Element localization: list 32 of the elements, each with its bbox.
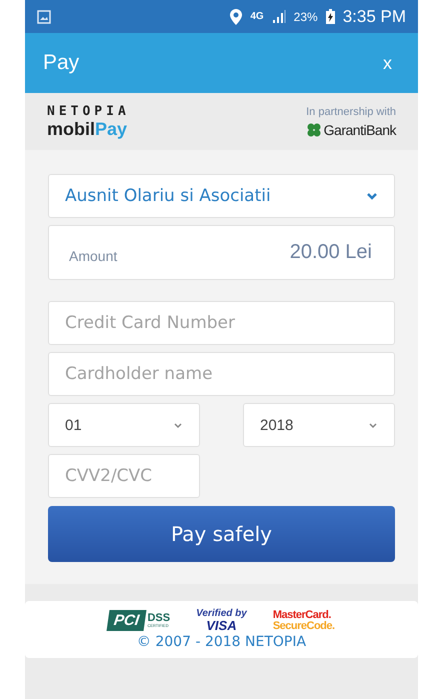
amount-label: Amount (69, 248, 118, 264)
copyright: © 2007 - 2018 NETOPIA (136, 634, 306, 650)
chevron-down-icon (366, 192, 378, 200)
clock: 3:35 PM (342, 6, 406, 26)
securecode-label: SecureCode. (272, 620, 335, 632)
battery-charging-icon (326, 9, 335, 24)
screen-title: Pay (43, 51, 80, 75)
visa-label: VISA (206, 619, 237, 632)
mastercard-label: MasterCard. (272, 610, 332, 620)
chevron-down-icon (368, 422, 378, 428)
chevron-down-icon (173, 422, 183, 428)
partnership-label: In partnership with (306, 106, 396, 118)
signal-icon (272, 10, 286, 24)
partner-name: GarantiBank (324, 122, 396, 138)
cardholder-name-field[interactable]: Cardholder name (48, 352, 395, 396)
pci-logo: PCI (106, 610, 147, 631)
year-dropdown[interactable]: 2018 (243, 403, 395, 447)
network-type: 4G (250, 11, 264, 22)
month-dropdown[interactable]: 01 (48, 403, 200, 447)
pay-button[interactable]: Pay safely (48, 506, 395, 562)
picture-icon (37, 10, 51, 24)
dss-label: DSS (147, 613, 170, 624)
cvv-field[interactable]: CVV2/CVC (48, 454, 200, 498)
amount-value: 20.00 Lei (290, 241, 372, 264)
location-pin-icon (230, 8, 242, 24)
logo-wordmark: NETOPIA (47, 105, 130, 118)
merchant-dropdown[interactable]: Ausnit Olariu si Asociatii (48, 174, 395, 218)
card-number-field[interactable]: Credit Card Number (48, 301, 395, 345)
logo-name: mobilPay (47, 120, 128, 138)
verified-label: Verified by (196, 609, 247, 619)
battery-percent: 23% (294, 10, 318, 24)
clover-icon (306, 122, 322, 138)
